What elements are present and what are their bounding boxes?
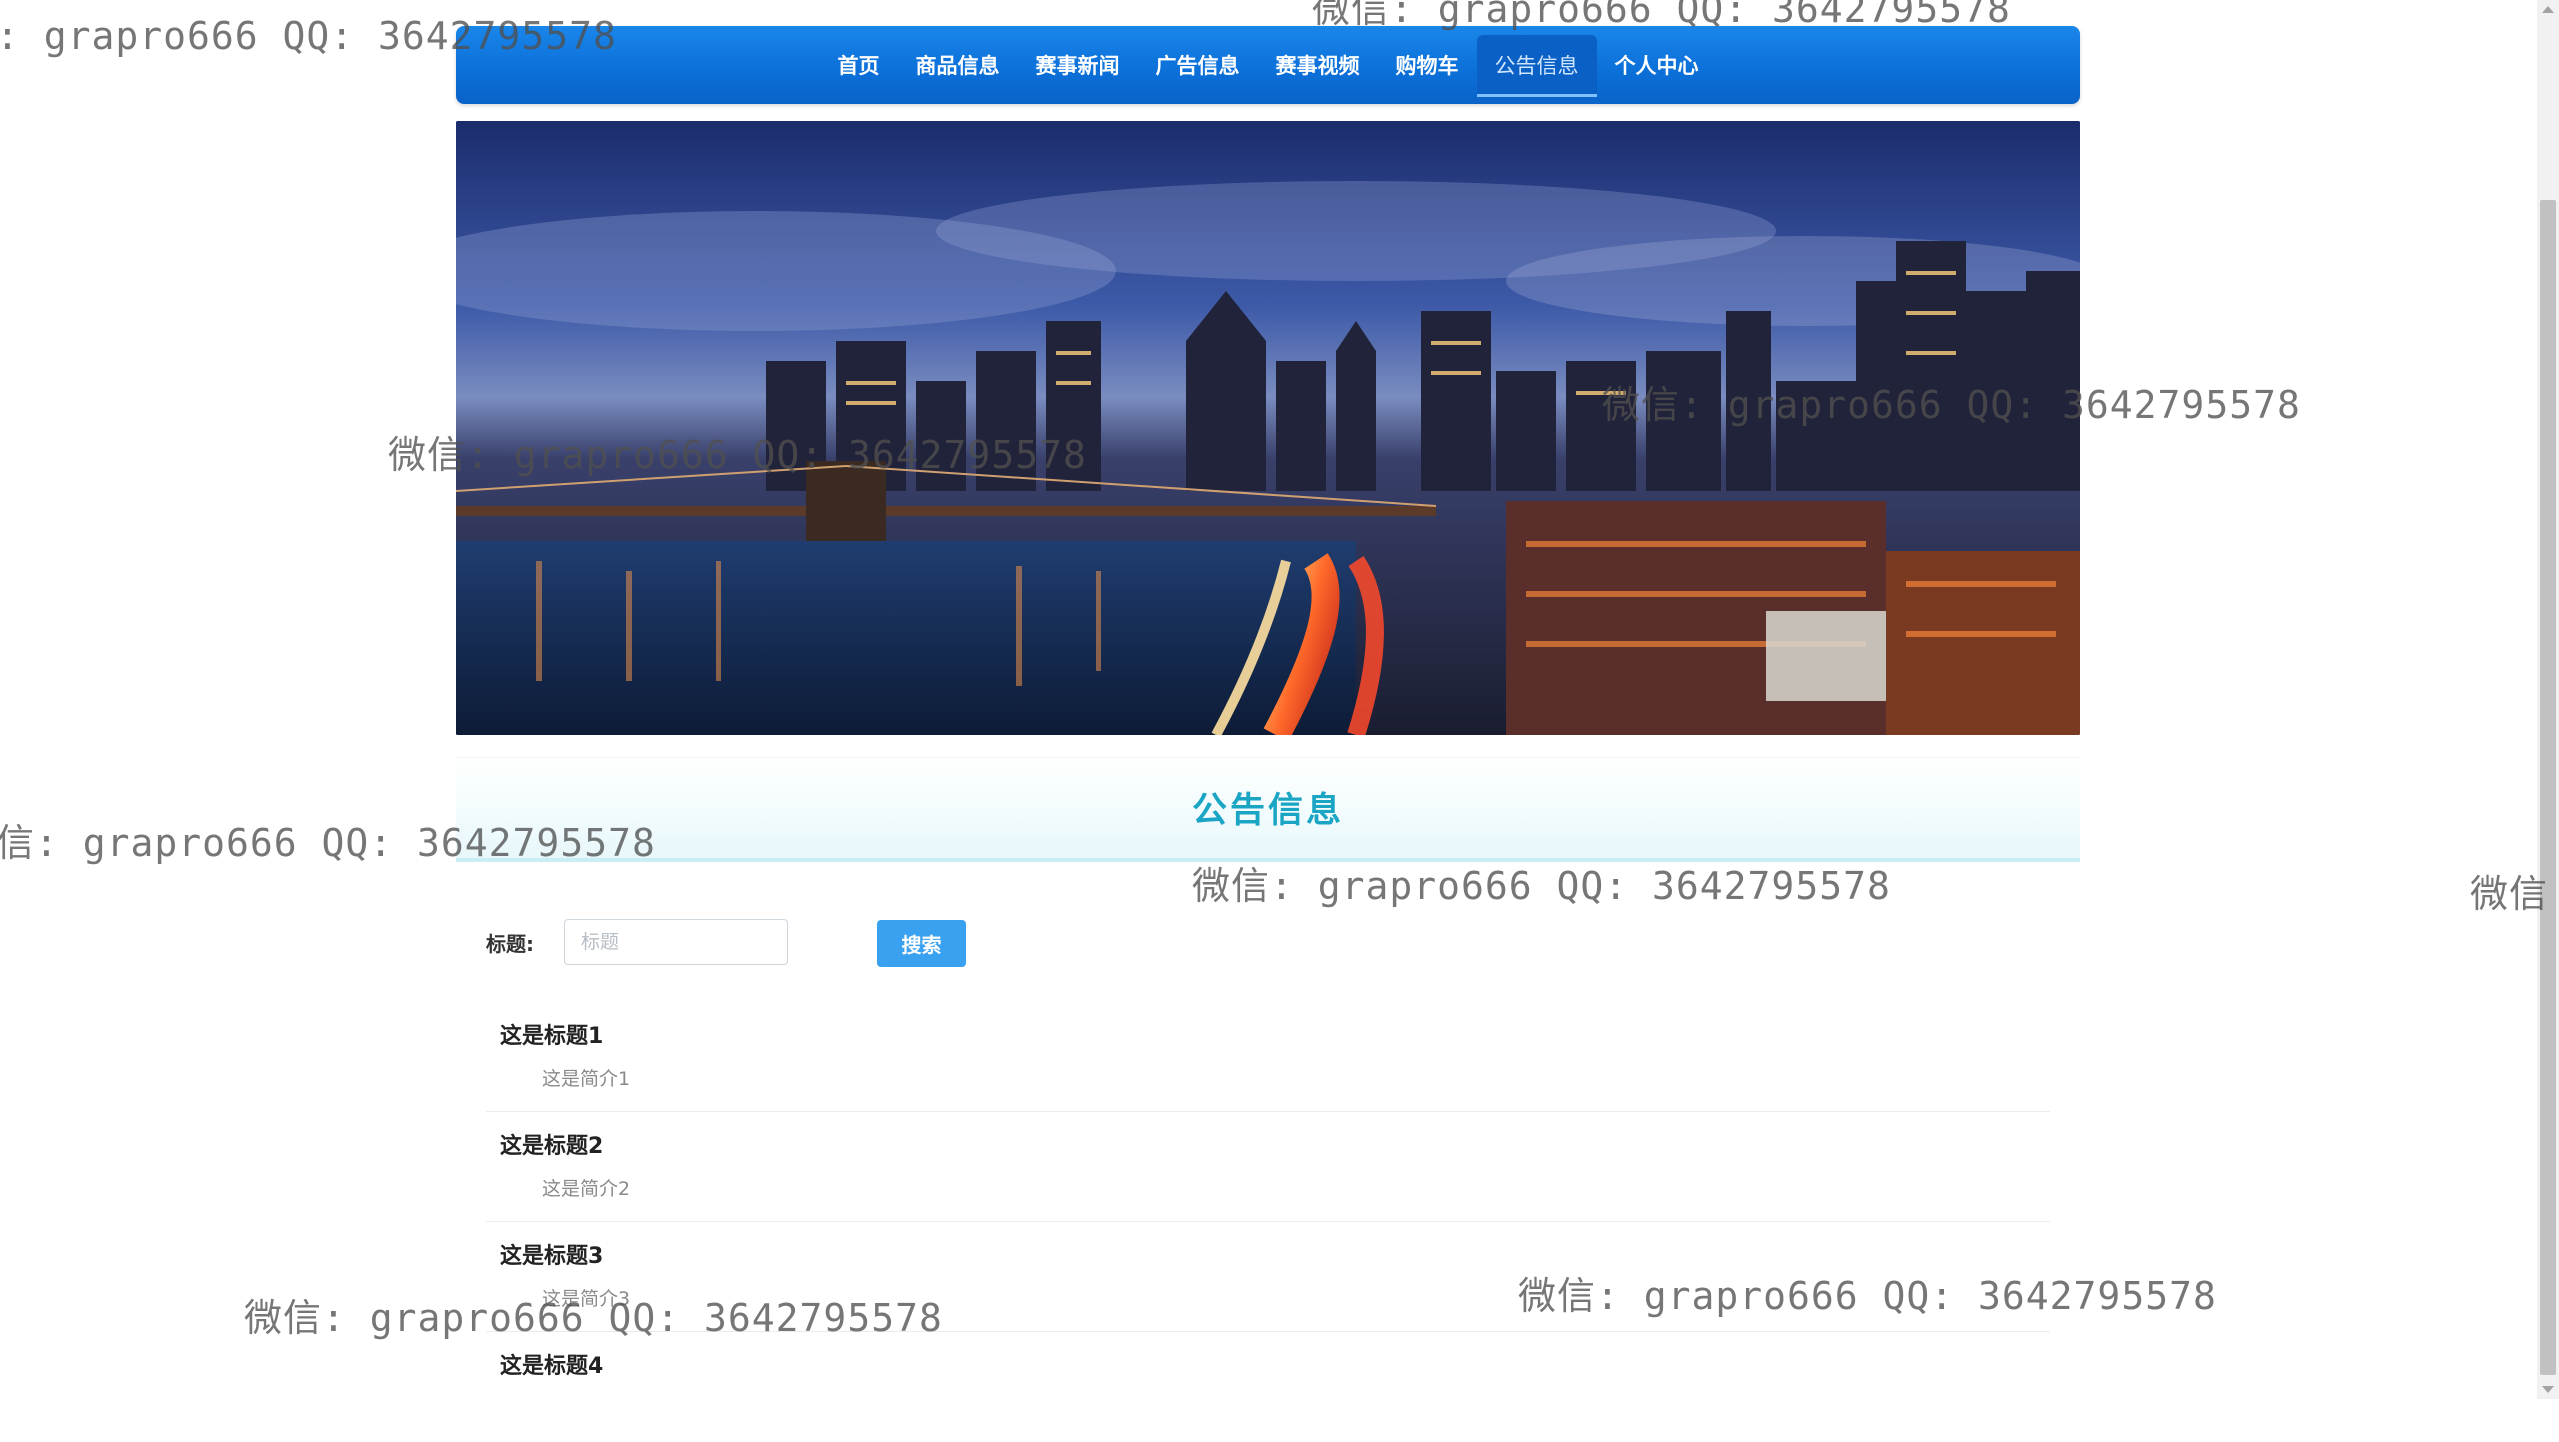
notice-summary: 这是简介1 [542,1068,631,1090]
list-item[interactable]: 这是标题1 这是简介1 [486,1002,2050,1112]
banner-image [456,121,2080,735]
notice-title[interactable]: 这是标题1 [500,1018,603,1050]
notice-summary: 这是简介2 [542,1178,631,1200]
page-scrollbar[interactable] [2537,0,2559,1399]
nav-item-cart[interactable]: 购物车 [1378,35,1477,97]
section-header: 公告信息 [456,757,2080,862]
nav-item-match-videos[interactable]: 赛事视频 [1258,35,1378,97]
nav-item-user-center[interactable]: 个人中心 [1597,35,1717,97]
notice-title[interactable]: 这是标题4 [500,1348,603,1380]
notice-title[interactable]: 这是标题3 [500,1238,603,1270]
nav-item-notices[interactable]: 公告信息 [1476,35,1597,97]
scrollbar-thumb[interactable] [2540,200,2556,1375]
nav-item-match-news[interactable]: 赛事新闻 [1018,35,1138,97]
notice-title[interactable]: 这是标题2 [500,1128,603,1160]
top-navbar: 首页 商品信息 赛事新闻 广告信息 赛事视频 购物车 公告信息 个人中心 [456,26,2080,104]
watermark-text: 微信: grapro666 QQ: 3642795578 [1192,864,1891,908]
nav-item-home[interactable]: 首页 [820,35,898,97]
list-item[interactable]: 这是标题3 这是简介3 [486,1222,2050,1332]
search-title-label: 标题: [486,932,534,956]
nav-item-products[interactable]: 商品信息 [898,35,1018,97]
search-button[interactable]: 搜索 [877,920,966,967]
scroll-up-arrow-icon[interactable] [2542,6,2554,13]
list-item[interactable]: 这是标题2 这是简介2 [486,1112,2050,1222]
nav-menu: 首页 商品信息 赛事新闻 广告信息 赛事视频 购物车 公告信息 个人中心 [456,26,2080,104]
page-title: 公告信息 [1191,791,1344,831]
scroll-down-arrow-icon[interactable] [2542,1386,2554,1393]
search-title-input[interactable] [564,919,788,965]
nav-item-ads[interactable]: 广告信息 [1138,35,1258,97]
list-item[interactable]: 这是标题4 [486,1332,2050,1442]
notice-list: 这是标题1 这是简介1 这是标题2 这是简介2 这是标题3 这是简介3 这是标题… [486,1002,2050,1442]
city-skyline-illustration [456,121,2080,735]
notice-summary: 这是简介3 [542,1288,631,1310]
